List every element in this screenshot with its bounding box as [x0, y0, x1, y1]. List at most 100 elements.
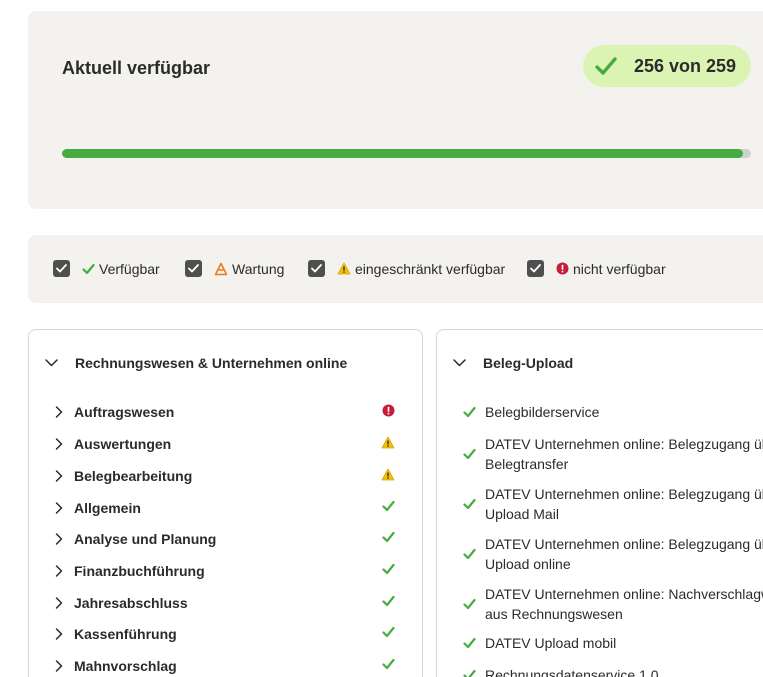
category-label: Finanzbuchführung: [74, 563, 205, 579]
filter-unavailable-label: nicht verfügbar: [573, 260, 666, 277]
filter-limited-label: eingeschränkt verfügbar: [355, 260, 506, 277]
filter-unavailable[interactable]: nicht verfügbar: [527, 260, 666, 277]
category-status: [381, 436, 395, 449]
check-icon: [595, 57, 617, 75]
check-icon: [463, 637, 476, 649]
category-status: [382, 531, 395, 543]
chevron-right-icon: [55, 597, 63, 609]
warning-icon: [381, 436, 395, 449]
category-row[interactable]: Auswertungen: [55, 434, 395, 454]
check-icon: [82, 263, 95, 274]
filter-available[interactable]: Verfügbar: [53, 260, 160, 277]
service-label: DATEV Unternehmen online: Belegzugang üb…: [485, 486, 763, 522]
category-label: Allgemein: [74, 500, 141, 516]
category-status: [382, 404, 395, 417]
category-status: [382, 500, 395, 512]
category-row[interactable]: Allgemein: [55, 498, 395, 518]
filter-maintenance-label: Wartung: [232, 260, 285, 277]
category-label: Jahresabschluss: [74, 595, 188, 611]
check-icon: [463, 498, 476, 510]
status-filter-bar: Verfügbar Wartung eingeschränkt verfügba…: [28, 235, 763, 303]
service-row: DATEV Unternehmen online: Belegzugang üb…: [463, 484, 763, 524]
category-row[interactable]: Belegbearbeitung: [55, 466, 395, 486]
panel-rechnungswesen-toggle[interactable]: Rechnungswesen & Unternehmen online: [45, 355, 347, 371]
chevron-down-icon: [453, 359, 466, 367]
service-status: [463, 637, 485, 649]
check-icon: [463, 548, 476, 560]
category-status: [382, 626, 395, 638]
availability-card: Aktuell verfügbar 256 von 259: [28, 11, 763, 209]
service-row: Rechnungsdatenservice 1.0: [463, 665, 763, 677]
chevron-right-icon: [55, 470, 63, 482]
cone-icon: [214, 262, 228, 275]
category-status: [382, 563, 395, 575]
category-row[interactable]: Mahnvorschlag: [55, 656, 395, 676]
panel-rechnungswesen-title: Rechnungswesen & Unternehmen online: [75, 355, 348, 371]
panel-beleg-upload-toggle[interactable]: Beleg-Upload: [453, 355, 573, 371]
category-label: Analyse und Planung: [74, 531, 217, 547]
service-status: [463, 598, 485, 610]
error-icon: [556, 262, 569, 275]
chevron-right-icon: [55, 628, 63, 640]
check-icon: [382, 563, 395, 575]
service-row: Belegbilderservice: [463, 402, 763, 422]
check-icon: [382, 595, 395, 607]
service-row: DATEV Unternehmen online: Belegzugang üb…: [463, 434, 763, 474]
chevron-right-icon: [55, 438, 63, 450]
error-icon: [382, 404, 395, 417]
filter-limited[interactable]: eingeschränkt verfügbar: [308, 260, 505, 277]
service-label: DATEV Unternehmen online: Belegzugang üb…: [485, 536, 763, 572]
category-label: Auftragswesen: [74, 404, 175, 420]
availability-progress: [62, 149, 751, 158]
service-status: [463, 448, 485, 460]
category-status: [382, 658, 395, 670]
category-label: Kassenführung: [74, 626, 177, 642]
service-row: DATEV Unternehmen online: Nachverschlagw…: [463, 584, 763, 624]
chevron-right-icon: [55, 406, 63, 418]
check-icon: [463, 448, 476, 460]
check-icon: [382, 500, 395, 512]
warning-icon: [337, 262, 351, 275]
category-row[interactable]: Finanzbuchführung: [55, 561, 395, 581]
category-row[interactable]: Auftragswesen: [55, 402, 395, 422]
check-icon: [382, 531, 395, 543]
category-row[interactable]: Analyse und Planung: [55, 529, 395, 549]
filter-available-label: Verfügbar: [99, 260, 160, 277]
check-icon: [382, 626, 395, 638]
chevron-down-icon: [45, 359, 58, 367]
availability-badge: 256 von 259: [583, 45, 751, 87]
category-status: [382, 595, 395, 607]
check-icon: [463, 406, 476, 418]
availability-count: 256 von 259: [634, 56, 737, 76]
service-status: [463, 669, 485, 677]
filter-maintenance[interactable]: Wartung: [185, 260, 284, 277]
chevron-right-icon: [55, 660, 63, 672]
check-icon: [382, 658, 395, 670]
warning-icon: [381, 468, 395, 481]
service-row: DATEV Upload mobil: [463, 633, 763, 653]
category-row[interactable]: Kassenführung: [55, 624, 395, 644]
category-row[interactable]: Jahresabschluss: [55, 593, 395, 613]
panel-beleg-upload: Beleg-Upload Belegbilderservice DATEV Unt…: [436, 329, 763, 677]
category-label: Belegbearbeitung: [74, 468, 193, 484]
filter-unavailable-checkbox[interactable]: [527, 260, 544, 277]
service-label: Rechnungsdatenservice 1.0: [485, 667, 659, 677]
service-label: DATEV Unternehmen online: Nachverschlagw…: [485, 586, 763, 622]
service-label: Belegbilderservice: [485, 404, 600, 420]
category-label: Mahnvorschlag: [74, 658, 177, 674]
availability-progress-fill: [62, 149, 743, 158]
service-label: DATEV Upload mobil: [485, 635, 617, 651]
service-row: DATEV Unternehmen online: Belegzugang üb…: [463, 534, 763, 574]
check-icon: [463, 598, 476, 610]
panel-beleg-upload-title: Beleg-Upload: [483, 355, 574, 371]
service-status: [463, 406, 485, 418]
service-status: [463, 548, 485, 560]
chevron-right-icon: [55, 533, 63, 545]
chevron-right-icon: [55, 565, 63, 577]
chevron-right-icon: [55, 502, 63, 514]
filter-limited-checkbox[interactable]: [308, 260, 325, 277]
service-label: DATEV Unternehmen online: Belegzugang üb…: [485, 436, 763, 472]
filter-available-checkbox[interactable]: [53, 260, 70, 277]
check-icon: [463, 669, 476, 677]
filter-maintenance-checkbox[interactable]: [185, 260, 202, 277]
